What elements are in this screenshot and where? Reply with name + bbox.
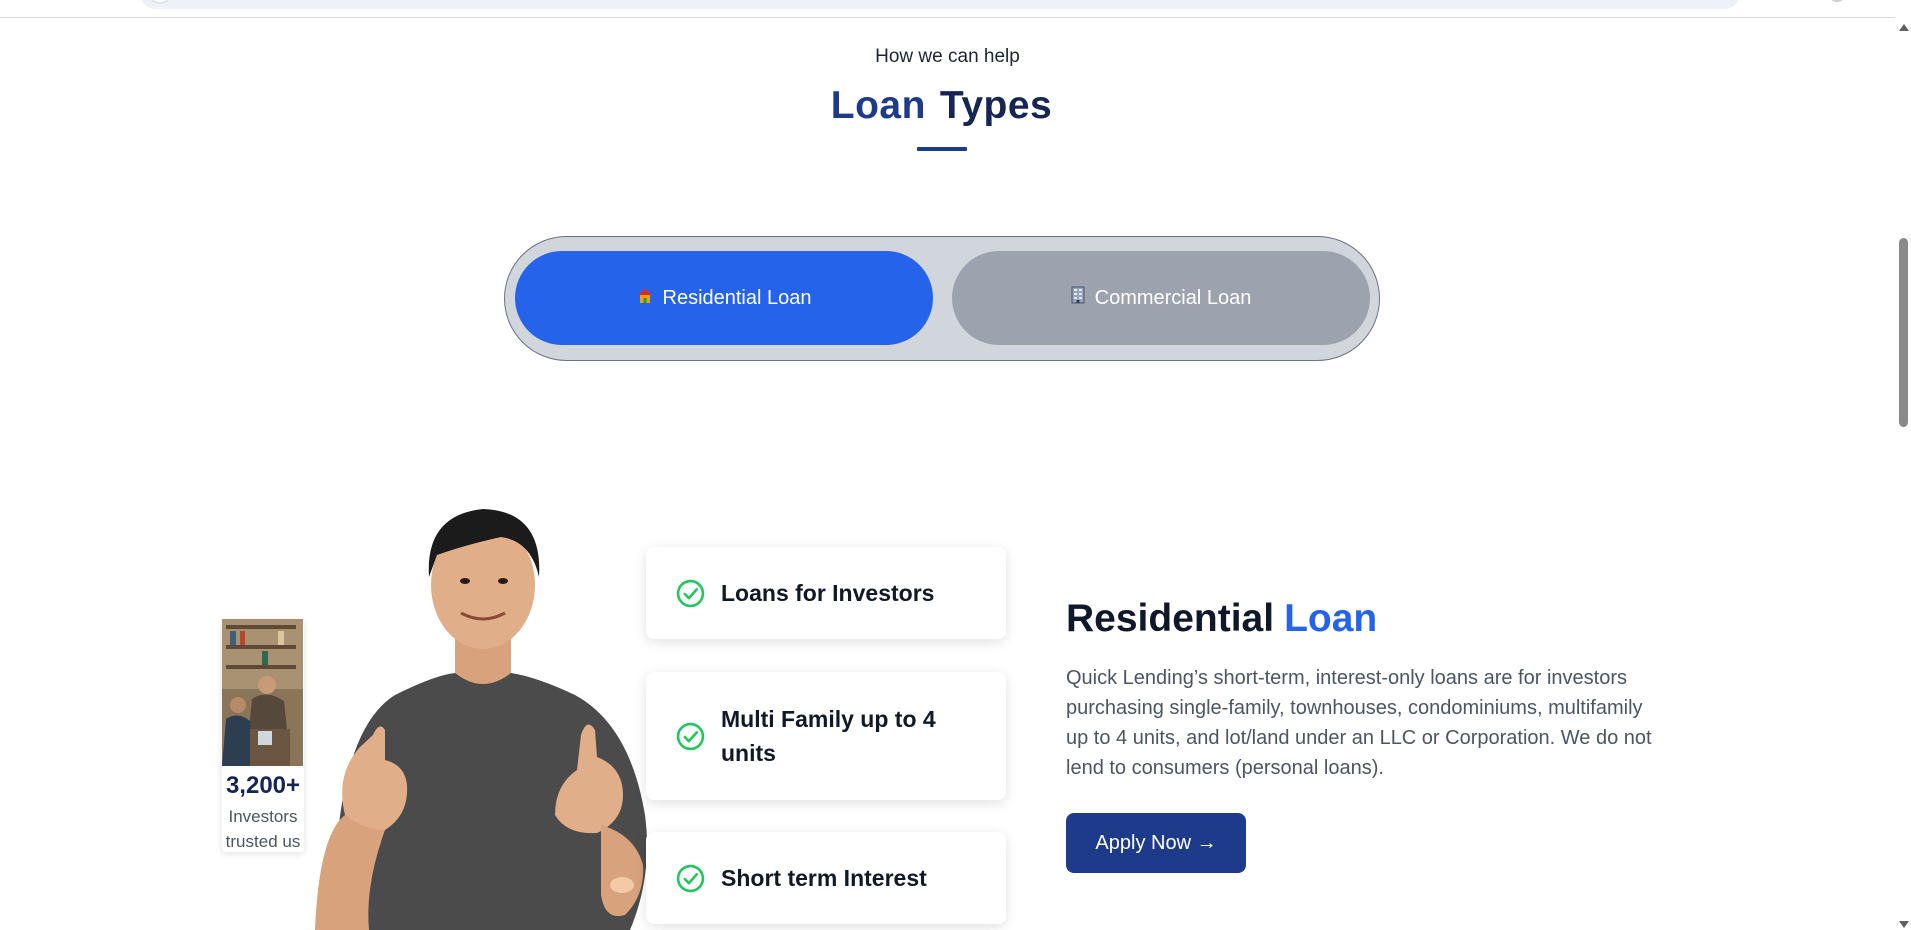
check-circle-icon [676,722,705,750]
top-navbar [0,0,1895,18]
page: How we can help Loan Types Residential Lo… [0,0,1911,930]
section-title-part2: Types [939,84,1053,127]
person-thumbs-up-image [305,485,675,930]
scroll-thumb[interactable] [1899,238,1908,427]
feature-label: Multi Family up to 4 units [721,706,936,766]
scroll-up-arrow-icon[interactable] [1899,24,1909,31]
check-circle-icon [676,864,705,892]
building-icon [1071,286,1085,310]
section-title-part1: Loan [830,84,926,127]
commercial-loan-button[interactable]: Commercial Loan [952,251,1370,345]
feature-card: Short term Interest [646,832,1006,924]
residential-loan-button[interactable]: Residential Loan [515,251,933,345]
feature-label: Loans for Investors [721,580,935,606]
house-icon [637,287,653,310]
loan-description: Quick Lending’s short-term, interest-onl… [1066,667,1652,779]
apply-now-button[interactable]: Apply Now → [1066,813,1246,873]
investors-count: 3,200+ [225,772,301,799]
commercial-loan-label: Commercial Loan [1094,286,1252,309]
residential-loan-label: Residential Loan [662,286,812,309]
loan-detail-title-part2: Loan [1284,597,1378,640]
feature-label: Short term Interest [721,865,927,891]
check-circle-icon [676,579,705,607]
investors-label: Investors trusted us [225,807,301,851]
loan-detail-title: Residential Loan [1066,597,1377,641]
feature-card: Loans for Investors [646,547,1006,639]
loan-type-toggle: Residential Loan Commercial Loan [504,236,1380,361]
scroll-down-arrow-icon[interactable] [1899,921,1909,928]
scrollbar[interactable] [1895,18,1911,930]
investors-photo [222,619,303,766]
feature-card: Multi Family up to 4 units [646,672,1006,800]
section-eyebrow: How we can help [875,46,1020,67]
loan-detail-title-part1: Residential [1066,597,1275,640]
title-underline [917,147,967,151]
profile-icon[interactable] [1828,0,1846,2]
search-bar[interactable] [140,0,1740,9]
section-title: Loan Types [0,84,1883,128]
